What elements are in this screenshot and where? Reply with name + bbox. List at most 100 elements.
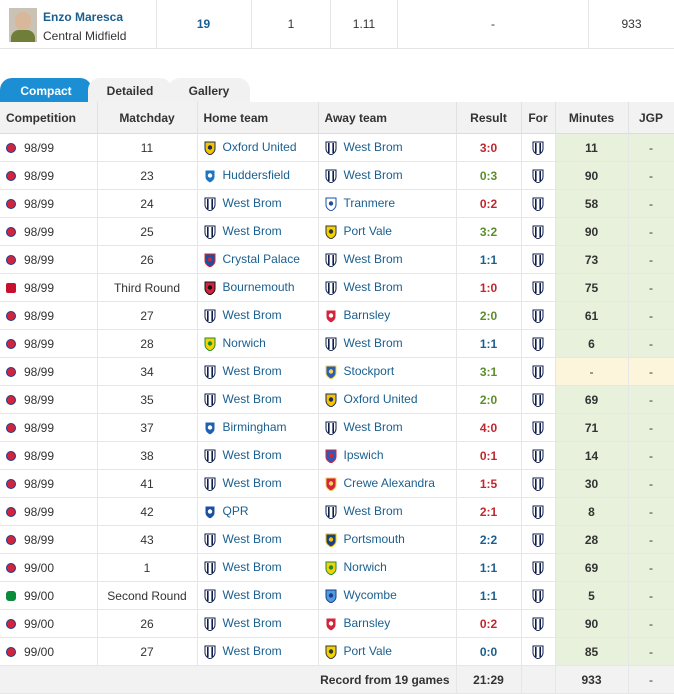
league-icon[interactable] — [6, 451, 16, 462]
result-link[interactable]: 2:1 — [456, 497, 522, 526]
home-team-link[interactable]: West Brom — [223, 392, 282, 406]
away-team-link[interactable]: West Brom — [344, 420, 403, 434]
home-team-link[interactable]: West Brom — [223, 616, 282, 630]
home-team-cell[interactable]: Norwich — [197, 329, 319, 358]
home-team-cell[interactable]: West Brom — [197, 581, 319, 610]
result-link[interactable]: 0:3 — [456, 161, 522, 190]
home-team-link[interactable]: Birmingham — [223, 420, 287, 434]
result-link[interactable]: 2:0 — [456, 301, 522, 330]
home-team-link[interactable]: West Brom — [223, 364, 282, 378]
fa-cup-icon[interactable] — [6, 283, 16, 294]
result-link[interactable]: 0:1 — [456, 441, 522, 470]
home-team-cell[interactable]: West Brom — [197, 609, 319, 638]
away-team-cell[interactable]: West Brom — [318, 329, 457, 358]
home-team-cell[interactable]: West Brom — [197, 525, 319, 554]
away-team-cell[interactable]: West Brom — [318, 161, 457, 190]
competition-cell[interactable]: 98/99 — [0, 301, 98, 330]
competition-cell[interactable]: 98/99 — [0, 189, 98, 218]
home-team-cell[interactable]: Bournemouth — [197, 273, 319, 302]
away-team-cell[interactable]: Barnsley — [318, 301, 457, 330]
tab-detailed[interactable]: Detailed — [88, 78, 172, 102]
competition-cell[interactable]: 99/00 — [0, 581, 98, 610]
home-team-cell[interactable]: Oxford United — [197, 133, 319, 162]
league-icon[interactable] — [6, 535, 16, 546]
league-icon[interactable] — [6, 171, 16, 182]
competition-cell[interactable]: 98/99 — [0, 357, 98, 386]
home-team-cell[interactable]: Crystal Palace — [197, 245, 319, 274]
league-icon[interactable] — [6, 563, 16, 574]
home-team-cell[interactable]: West Brom — [197, 637, 319, 666]
result-link[interactable]: 1:0 — [456, 273, 522, 302]
league-cup-icon[interactable] — [6, 591, 16, 602]
competition-cell[interactable]: 98/99 — [0, 469, 98, 498]
competition-cell[interactable]: 98/99 — [0, 133, 98, 162]
home-team-link[interactable]: West Brom — [223, 448, 282, 462]
home-team-cell[interactable]: West Brom — [197, 189, 319, 218]
away-team-cell[interactable]: Oxford United — [318, 385, 457, 414]
league-icon[interactable] — [6, 311, 16, 322]
competition-cell[interactable]: 99/00 — [0, 637, 98, 666]
away-team-cell[interactable]: West Brom — [318, 133, 457, 162]
league-icon[interactable] — [6, 395, 16, 406]
away-team-link[interactable]: Oxford United — [344, 392, 418, 406]
home-team-link[interactable]: West Brom — [223, 560, 282, 574]
competition-cell[interactable]: 98/99 — [0, 497, 98, 526]
tab-compact[interactable]: Compact — [0, 78, 92, 102]
away-team-link[interactable]: Wycombe — [344, 588, 397, 602]
away-team-link[interactable]: Port Vale — [344, 224, 392, 238]
result-link[interactable]: 0:2 — [456, 609, 522, 638]
result-link[interactable]: 3:1 — [456, 357, 522, 386]
away-team-cell[interactable]: Tranmere — [318, 189, 457, 218]
league-icon[interactable] — [6, 199, 16, 210]
home-team-link[interactable]: Bournemouth — [223, 280, 295, 294]
home-team-link[interactable]: West Brom — [223, 588, 282, 602]
home-team-link[interactable]: West Brom — [223, 644, 282, 658]
away-team-link[interactable]: Crewe Alexandra — [344, 476, 435, 490]
away-team-cell[interactable]: Norwich — [318, 553, 457, 582]
league-icon[interactable] — [6, 227, 16, 238]
competition-cell[interactable]: 99/00 — [0, 553, 98, 582]
competition-cell[interactable]: 99/00 — [0, 609, 98, 638]
away-team-link[interactable]: Portsmouth — [344, 532, 405, 546]
tab-gallery[interactable]: Gallery — [168, 78, 250, 102]
league-icon[interactable] — [6, 255, 16, 266]
away-team-cell[interactable]: West Brom — [318, 413, 457, 442]
home-team-link[interactable]: Norwich — [223, 336, 266, 350]
home-team-cell[interactable]: West Brom — [197, 301, 319, 330]
league-icon[interactable] — [6, 647, 16, 658]
result-link[interactable]: 2:0 — [456, 385, 522, 414]
away-team-cell[interactable]: Port Vale — [318, 637, 457, 666]
home-team-link[interactable]: West Brom — [223, 224, 282, 238]
result-link[interactable]: 4:0 — [456, 413, 522, 442]
competition-cell[interactable]: 98/99 — [0, 413, 98, 442]
away-team-link[interactable]: West Brom — [344, 504, 403, 518]
away-team-link[interactable]: Norwich — [344, 560, 387, 574]
competition-cell[interactable]: 98/99 — [0, 441, 98, 470]
league-icon[interactable] — [6, 339, 16, 350]
result-link[interactable]: 0:0 — [456, 637, 522, 666]
away-team-cell[interactable]: Ipswich — [318, 441, 457, 470]
away-team-link[interactable]: West Brom — [344, 140, 403, 154]
competition-cell[interactable]: 98/99 — [0, 217, 98, 246]
away-team-link[interactable]: Port Vale — [344, 644, 392, 658]
result-link[interactable]: 1:1 — [456, 329, 522, 358]
result-link[interactable]: 2:2 — [456, 525, 522, 554]
competition-cell[interactable]: 98/99 — [0, 525, 98, 554]
competition-cell[interactable]: 98/99 — [0, 161, 98, 190]
home-team-link[interactable]: West Brom — [223, 476, 282, 490]
home-team-link[interactable]: Huddersfield — [223, 168, 290, 182]
result-link[interactable]: 1:1 — [456, 581, 522, 610]
away-team-cell[interactable]: Wycombe — [318, 581, 457, 610]
away-team-cell[interactable]: Barnsley — [318, 609, 457, 638]
away-team-link[interactable]: Barnsley — [344, 308, 391, 322]
away-team-link[interactable]: Ipswich — [344, 448, 384, 462]
result-link[interactable]: 3:0 — [456, 133, 522, 162]
home-team-cell[interactable]: Birmingham — [197, 413, 319, 442]
result-link[interactable]: 1:1 — [456, 245, 522, 274]
away-team-cell[interactable]: Stockport — [318, 357, 457, 386]
home-team-link[interactable]: West Brom — [223, 196, 282, 210]
home-team-cell[interactable]: West Brom — [197, 469, 319, 498]
away-team-cell[interactable]: Portsmouth — [318, 525, 457, 554]
home-team-cell[interactable]: West Brom — [197, 357, 319, 386]
result-link[interactable]: 0:2 — [456, 189, 522, 218]
